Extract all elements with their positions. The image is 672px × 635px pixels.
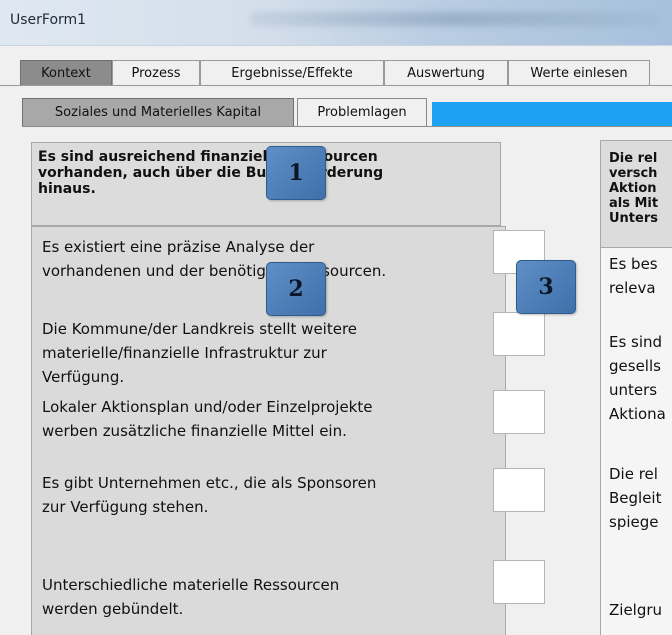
annotation-badge-1: 1 — [266, 146, 326, 200]
title-bar: UserForm1 — [0, 0, 672, 46]
subtab-problemlagen[interactable]: Problemlagen — [297, 98, 427, 126]
right-header-line: als Mit — [609, 196, 659, 211]
tab-prozess[interactable]: Prozess — [112, 60, 200, 86]
section-header-line: Es sind ausreichend finanzielle Ressourc… — [38, 149, 378, 165]
criterion-text: werben zusätzliche finanzielle Mittel ei… — [42, 422, 347, 440]
right-criteria-list: Es bes releva Es sind gesells unters Akt… — [600, 248, 672, 635]
criterion-checkbox[interactable] — [493, 390, 545, 434]
subtab-panel-border — [22, 126, 672, 127]
criterion-checkbox[interactable] — [493, 468, 545, 512]
right-criterion-text: Aktiona — [609, 405, 666, 423]
right-criterion-text: spiege — [609, 513, 659, 531]
annotation-badge-3: 3 — [516, 260, 576, 314]
annotation-badge-2: 2 — [266, 262, 326, 316]
window-title: UserForm1 — [10, 12, 87, 28]
tab-panel-border — [0, 85, 672, 86]
criterion-text: zur Verfügung stehen. — [42, 498, 209, 516]
section-header-line: vorhanden, auch über die Bundesförderung — [38, 165, 384, 181]
right-criterion-item: Die rel Begleit spiege — [609, 462, 662, 534]
right-criterion-text: Es sind — [609, 333, 663, 351]
criterion-text: Lokaler Aktionsplan und/oder Einzelproje… — [42, 398, 373, 416]
right-criterion-text: releva — [609, 279, 656, 297]
criterion-text: Es existiert eine präzise Analyse der — [42, 238, 315, 256]
right-section-header: Die rel versch Aktion als Mit Unters — [600, 140, 672, 248]
right-header-line: versch — [609, 166, 658, 181]
criterion-checkbox[interactable] — [493, 560, 545, 604]
criterion-text: Unterschiedliche materielle Ressourcen — [42, 576, 340, 594]
right-section-header-text: Die rel versch Aktion als Mit Unters — [609, 151, 658, 226]
criterion-item: Lokaler Aktionsplan und/oder Einzelproje… — [42, 395, 507, 443]
section-header-text: Es sind ausreichend finanzielle Ressourc… — [38, 149, 488, 197]
right-header-line: Aktion — [609, 181, 657, 196]
right-criterion-text: Die rel — [609, 465, 658, 483]
criterion-text: Es gibt Unternehmen etc., die als Sponso… — [42, 474, 377, 492]
criterion-text: Verfügung. — [42, 368, 125, 386]
right-header-line: Die rel — [609, 151, 658, 166]
criterion-item: Es gibt Unternehmen etc., die als Sponso… — [42, 471, 507, 519]
right-header-line: Unters — [609, 211, 658, 226]
right-criterion-text: Es bes — [609, 255, 658, 273]
right-criterion-item: Zielgru — [609, 598, 662, 622]
tab-kontext[interactable]: Kontext — [20, 60, 112, 86]
criterion-item: Die Kommune/der Landkreis stellt weitere… — [42, 317, 507, 389]
right-criterion-item: Es sind gesells unters Aktiona — [609, 330, 666, 426]
criterion-item: Unterschiedliche materielle Ressourcen w… — [42, 573, 507, 621]
right-criterion-text: unters — [609, 381, 658, 399]
tab-werte-einlesen[interactable]: Werte einlesen — [508, 60, 650, 86]
blurred-title-area — [250, 12, 660, 26]
tab-ergebnisse-effekte[interactable]: Ergebnisse/Effekte — [200, 60, 384, 86]
section-header-line: hinaus. — [38, 181, 96, 197]
right-criterion-item: Es bes releva — [609, 252, 658, 300]
main-tab-strip: Kontext Prozess Ergebnisse/Effekte Auswe… — [0, 46, 672, 86]
right-criterion-text: Zielgru — [609, 601, 663, 619]
right-criterion-text: gesells — [609, 357, 661, 375]
criterion-text: werden gebündelt. — [42, 600, 184, 618]
criterion-checkbox[interactable] — [493, 312, 545, 356]
tab-auswertung[interactable]: Auswertung — [384, 60, 508, 86]
subtab-soziales-materielles-kapital[interactable]: Soziales und Materielles Kapital — [22, 98, 294, 126]
accent-strip — [432, 102, 672, 126]
criterion-text: Die Kommune/der Landkreis stellt weitere — [42, 320, 358, 338]
criterion-text: materielle/finanzielle Infrastruktur zur — [42, 344, 327, 362]
right-criterion-text: Begleit — [609, 489, 662, 507]
